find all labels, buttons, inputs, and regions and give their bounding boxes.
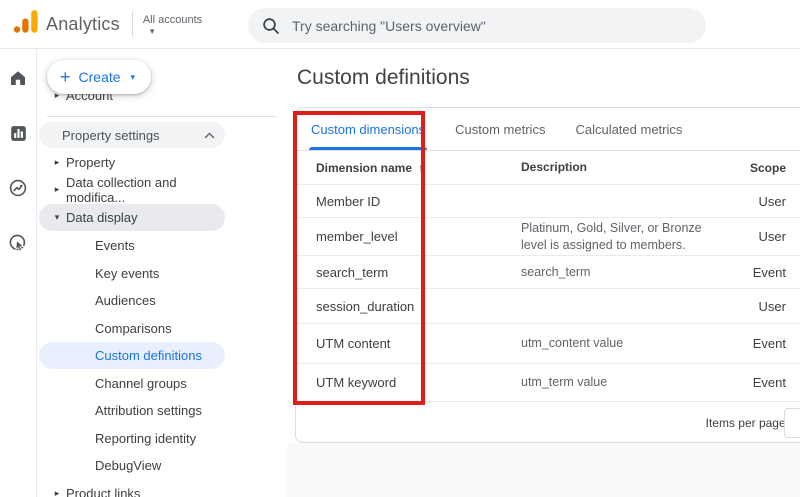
scope-cell: User [726,194,791,209]
chevron-right-icon: ▸ [48,157,66,168]
sidebar-item-label: Attribution settings [95,403,202,418]
sidebar-item-label: Events [95,238,135,253]
sidebar-item-label: Data collection and modifica... [66,175,225,205]
column-header-scope: Scope [726,161,791,175]
sidebar-item-label: Key events [95,266,159,281]
custom-definitions-card: Custom dimensions Custom metrics Calcula… [295,107,800,443]
table-row: UTM content utm_content value Event [296,324,800,364]
search-icon [262,17,280,35]
sidebar-item-events[interactable]: Events [37,232,225,259]
analytics-app-window: Analytics All accounts ▾ [0,0,800,497]
scope-cell: User [726,229,791,244]
sidebar-item-comparisons[interactable]: Comparisons [37,315,225,342]
account-switcher-label: All accounts [143,14,202,26]
google-analytics-logo-icon [12,8,39,40]
tab-calculated-metrics[interactable]: Calculated metrics [573,108,684,150]
sidebar-item-debugview[interactable]: DebugView [37,452,225,479]
scope-cell: Event [726,265,791,280]
sidebar-item-reporting-identity[interactable]: Reporting identity [37,425,225,452]
global-search-bar[interactable] [248,8,706,43]
sidebar-item-label: Reporting identity [95,431,196,446]
dimension-name-cell: session_duration [316,299,521,314]
items-per-page-select[interactable] [784,408,800,438]
scope-cell: User [726,299,791,314]
section-header-label: Property settings [62,128,160,143]
sort-ascending-icon: ↑ [418,161,424,175]
sidebar-item-label: Comparisons [95,321,172,336]
tab-bar: Custom dimensions Custom metrics Calcula… [296,108,800,151]
dimension-name-cell: UTM keyword [316,375,521,390]
description-cell: Platinum, Gold, Silver, or Bronze level … [521,220,726,254]
sidebar-item-label: Channel groups [95,376,187,391]
column-header-label: Dimension name [316,161,412,175]
top-app-bar: Analytics All accounts ▾ [0,0,800,49]
table-row: search_term search_term Event [296,256,800,289]
sidebar-item-key-events[interactable]: Key events [37,260,225,287]
items-per-page-label: Items per page: [706,416,789,430]
description-cell: utm_content value [521,335,726,352]
column-header-dimension-name[interactable]: Dimension name ↑ [316,161,521,175]
topbar-divider [132,11,133,37]
sidebar-section-property-settings[interactable]: Property settings [39,122,225,148]
table-row: session_duration User [296,289,800,324]
settings-sidebar: + Create ▾ ▸ Account Property settings ▸… [37,49,287,497]
dimension-name-cell: Member ID [316,194,521,209]
chevron-right-icon: ▸ [48,488,66,497]
table-header-row: Dimension name ↑ Description Scope [296,151,800,185]
plus-icon: + [60,68,71,86]
advertising-icon[interactable] [7,232,29,254]
account-switcher[interactable]: All accounts ▾ [143,14,202,35]
explore-icon[interactable] [7,177,29,199]
description-cell: utm_term value [521,374,726,391]
content-background [287,443,800,497]
create-button-label: Create [79,69,121,85]
tab-custom-dimensions[interactable]: Custom dimensions [309,108,427,150]
reports-icon[interactable] [7,122,29,144]
description-cell: search_term [521,264,726,281]
scope-cell: Event [726,375,791,390]
analytics-home-link[interactable]: Analytics [12,8,120,40]
dimension-name-cell: search_term [316,265,521,280]
scope-cell: Event [726,336,791,351]
sidebar-item-label: Data display [66,210,138,225]
sidebar-item-label: Custom definitions [95,348,202,363]
column-header-description: Description [521,159,726,175]
sidebar-item-label: Product links [66,486,140,497]
brand-name: Analytics [46,14,120,35]
chevron-right-icon: ▸ [48,184,66,195]
sidebar-item-label: Audiences [95,293,156,308]
create-button[interactable]: + Create ▾ [47,60,151,94]
chevron-down-icon: ▾ [131,72,136,83]
table-footer: Items per page: [296,402,800,443]
sidebar-item-attribution-settings[interactable]: Attribution settings [37,397,225,424]
sidebar-divider [47,116,277,117]
table-row: Member ID User [296,185,800,218]
tab-custom-metrics[interactable]: Custom metrics [453,108,547,150]
search-input[interactable] [292,18,672,34]
chevron-up-icon [204,132,215,139]
page-title: Custom definitions [297,66,470,90]
chevron-down-icon: ▾ [150,27,155,35]
sidebar-item-label: Property [66,155,115,170]
table-row: UTM keyword utm_term value Event [296,364,800,402]
table-row: member_level Platinum, Gold, Silver, or … [296,218,800,256]
dimension-name-cell: member_level [316,229,521,244]
sidebar-item-label: DebugView [95,458,161,473]
sidebar-item-property[interactable]: ▸ Property [37,149,225,176]
left-navigation-rail [0,49,37,497]
sidebar-item-product-links[interactable]: ▸ Product links [37,480,225,497]
sidebar-item-audiences[interactable]: Audiences [37,287,225,314]
sidebar-item-data-collection[interactable]: ▸ Data collection and modifica... [37,176,225,203]
sidebar-item-channel-groups[interactable]: Channel groups [37,370,225,397]
home-icon[interactable] [7,67,29,89]
sidebar-item-data-display[interactable]: ▾ Data display [39,204,225,231]
sidebar-item-custom-definitions[interactable]: Custom definitions [39,342,225,369]
chevron-down-icon: ▾ [48,212,66,223]
dimension-name-cell: UTM content [316,336,521,351]
